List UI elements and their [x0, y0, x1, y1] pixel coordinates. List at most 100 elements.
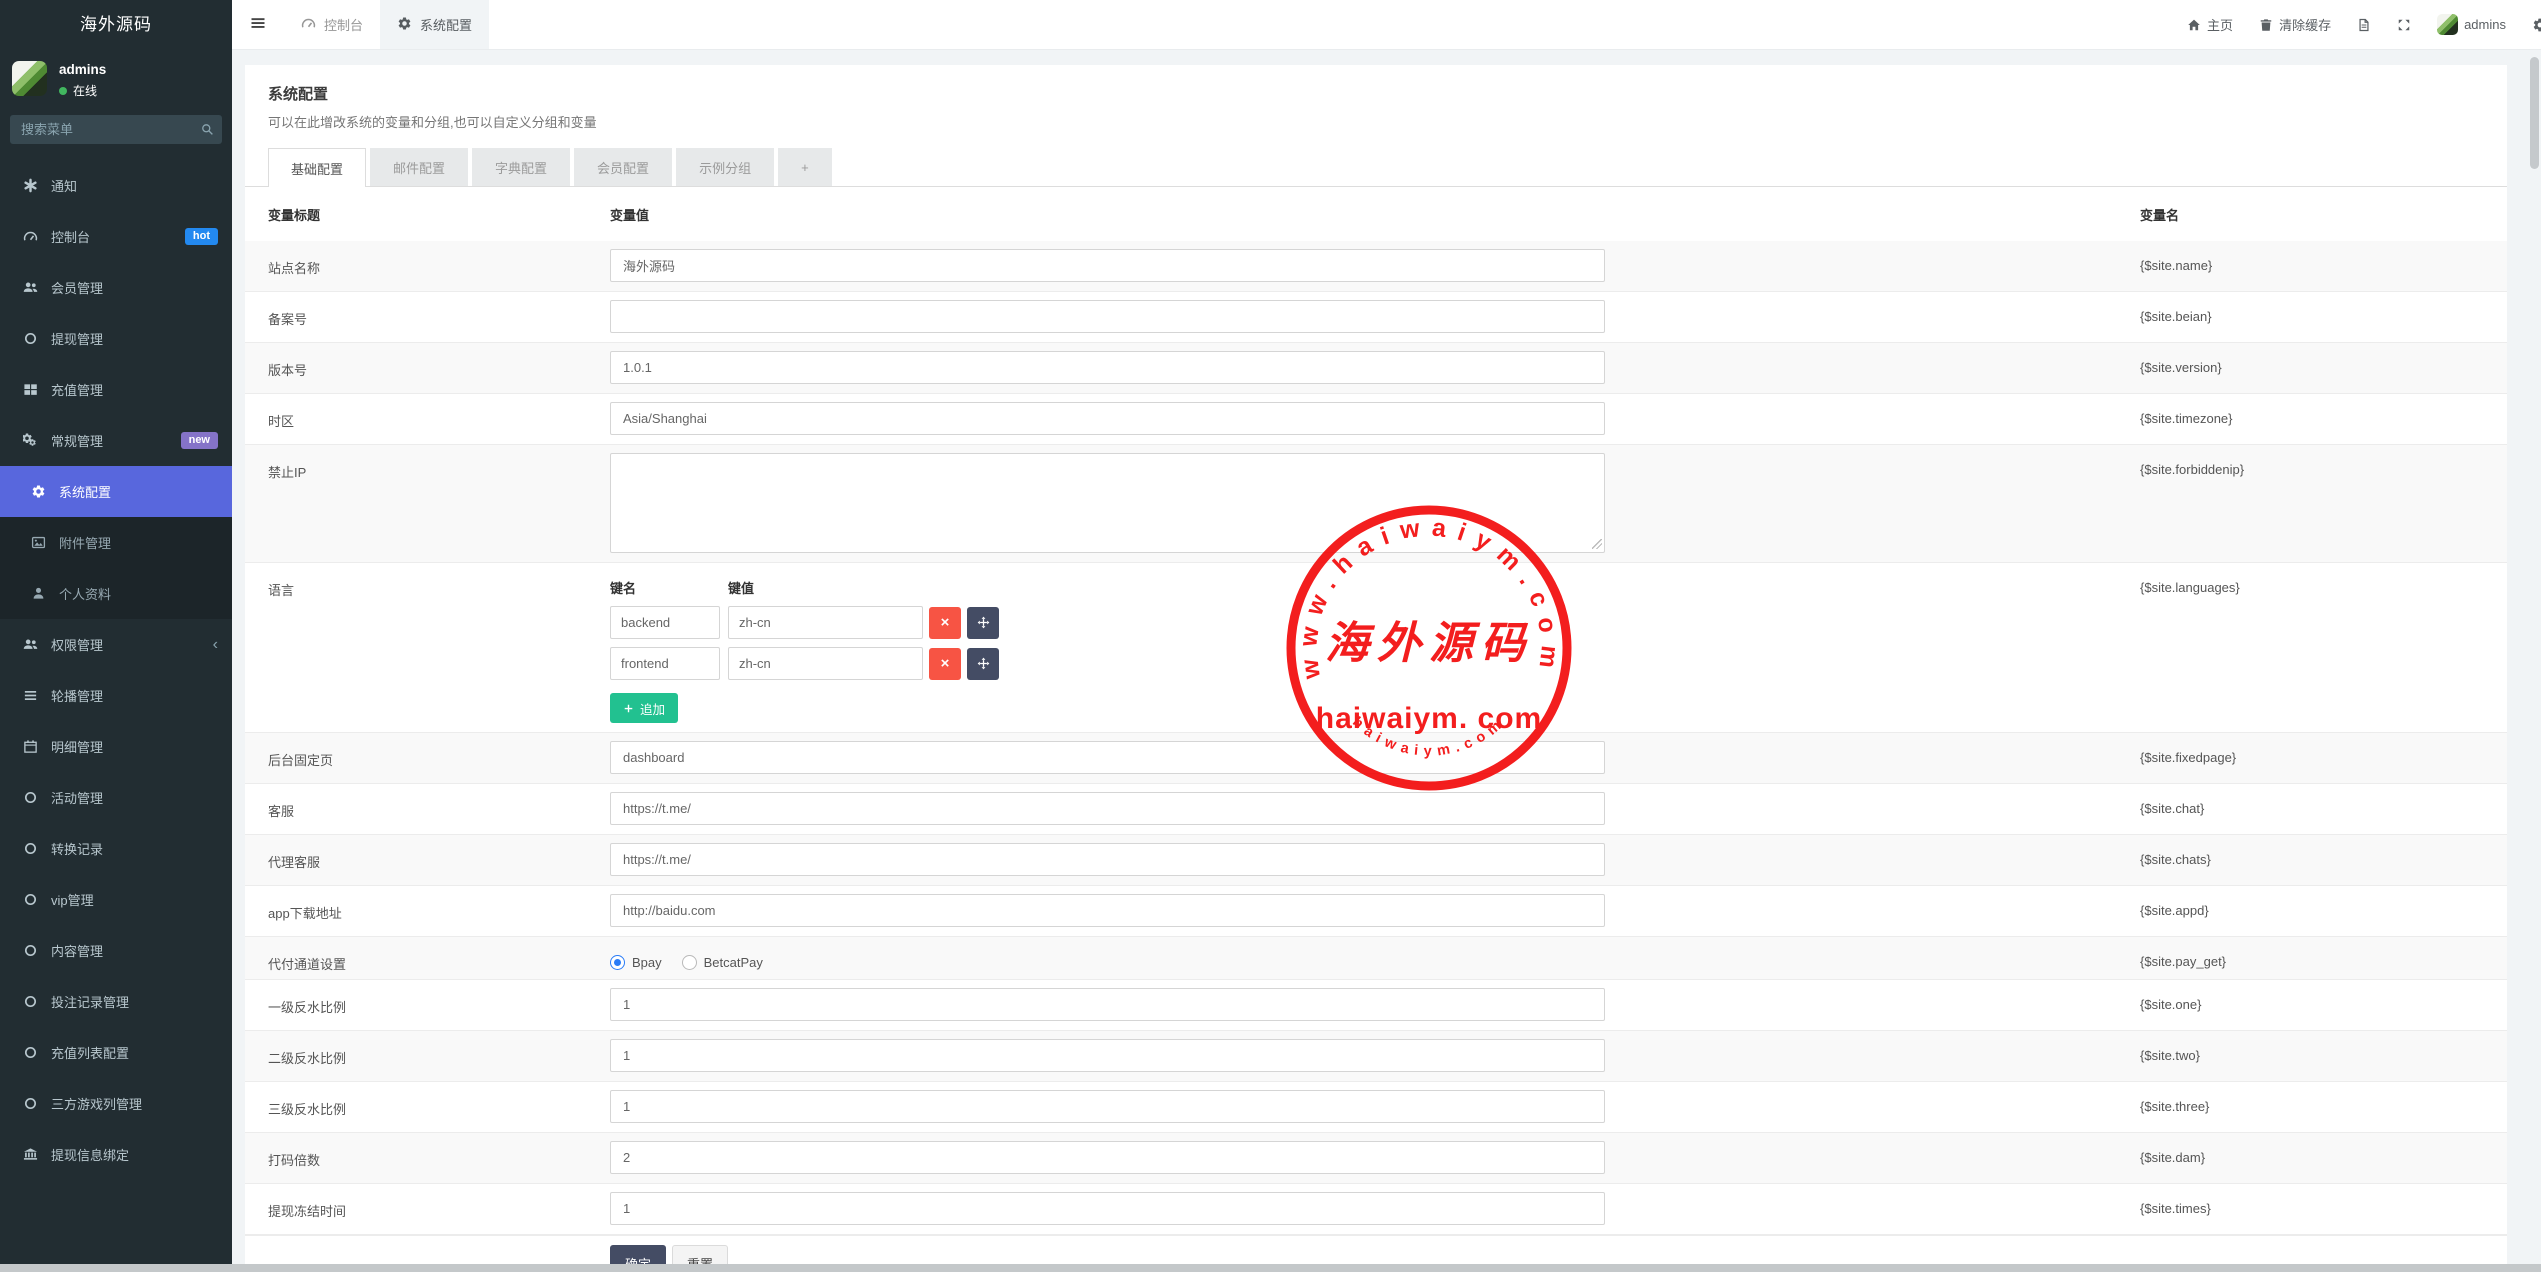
sidebar-item-label: 会员管理	[51, 278, 103, 297]
site-name-input[interactable]	[610, 249, 1605, 282]
level1-rebate-input[interactable]	[610, 988, 1605, 1021]
sidebar-item-general-management[interactable]: 常规管理new	[0, 415, 232, 466]
customer-service-input[interactable]	[610, 792, 1605, 825]
config-panel: 系统配置 可以在此增改系统的变量和分组,也可以自定义分组和变量 基础配置邮件配置…	[245, 65, 2507, 1272]
topbar-tab-console[interactable]: 控制台	[284, 0, 380, 49]
sidebar-item-recharge-management[interactable]: 充值管理	[0, 364, 232, 415]
level2-rebate-input[interactable]	[610, 1039, 1605, 1072]
settings-button[interactable]	[2532, 17, 2541, 33]
row-value	[610, 886, 2140, 936]
sidebar-item-label: 明细管理	[51, 737, 103, 756]
row-value	[610, 343, 2140, 393]
sidebar-item-dashboard[interactable]: 控制台hot	[0, 211, 232, 262]
sidebar-item-content-management[interactable]: 内容管理	[0, 925, 232, 976]
languages-key-input[interactable]	[610, 647, 720, 680]
languages-value-input[interactable]	[728, 606, 923, 639]
icp-number-input[interactable]	[610, 300, 1605, 333]
sidebar-item-withdraw-management[interactable]: 提现管理	[0, 313, 232, 364]
col-header-title: 变量标题	[245, 205, 610, 224]
sidebar-item-carousel-management[interactable]: 轮播管理	[0, 670, 232, 721]
tab-member-config[interactable]: 会员配置	[574, 148, 672, 186]
home-button[interactable]: 主页	[2187, 15, 2233, 34]
user-menu[interactable]: admins	[2437, 14, 2506, 35]
sidebar-item-activity-management[interactable]: 活动管理	[0, 772, 232, 823]
resize-handle[interactable]	[1592, 539, 1602, 549]
move-row-button[interactable]	[967, 648, 999, 680]
delete-row-button[interactable]: ×	[929, 607, 961, 639]
search-icon[interactable]	[201, 123, 214, 139]
horizontal-scrollbar[interactable]	[0, 1264, 2541, 1272]
cogs-icon	[22, 432, 39, 449]
delete-row-button[interactable]: ×	[929, 648, 961, 680]
document-button[interactable]	[2357, 18, 2371, 32]
languages-value-input[interactable]	[728, 647, 923, 680]
sidebar-item-conversion-records[interactable]: 转换记录	[0, 823, 232, 874]
tab-add-group[interactable]: +	[778, 148, 832, 186]
forbidden-ip-textarea[interactable]	[610, 453, 1605, 553]
sidebar-item-label: vip管理	[51, 890, 94, 909]
sidebar-item-attachment-management[interactable]: 附件管理	[0, 517, 232, 568]
sidebar-item-recharge-list-config[interactable]: 充值列表配置	[0, 1027, 232, 1078]
hamburger-button[interactable]	[232, 0, 284, 49]
fixed-page-input[interactable]	[610, 741, 1605, 774]
sidebar-username: admins	[59, 62, 106, 77]
payment-channel-option-Bpay[interactable]: Bpay	[610, 955, 662, 970]
topbar-username: admins	[2464, 17, 2506, 32]
gear-icon	[397, 16, 412, 34]
row-label: 客服	[245, 784, 610, 834]
level3-rebate-input[interactable]	[610, 1090, 1605, 1123]
payment-channel-option-BetcatPay[interactable]: BetcatPay	[682, 955, 763, 970]
table-row: app下载地址{$site.appd}	[245, 886, 2507, 937]
app-download-url-input[interactable]	[610, 894, 1605, 927]
append-button[interactable]: 追加	[610, 693, 678, 723]
sidebar-item-member-management[interactable]: 会员管理	[0, 262, 232, 313]
config-tabbar: 基础配置邮件配置字典配置会员配置示例分组+	[245, 148, 2507, 187]
circle-icon	[22, 891, 39, 908]
radio-checked-icon[interactable]	[610, 955, 625, 970]
withdraw-freeze-time-input[interactable]	[610, 1192, 1605, 1225]
timezone-input[interactable]	[610, 402, 1605, 435]
clear-cache-button[interactable]: 清除缓存	[2259, 15, 2331, 34]
tab-dict-config[interactable]: 字典配置	[472, 148, 570, 186]
sidebar-item-third-party-games-management[interactable]: 三方游戏列管理	[0, 1078, 232, 1129]
tab-basic-config[interactable]: 基础配置	[268, 148, 366, 187]
users-icon	[22, 636, 39, 653]
bank-icon	[22, 1146, 39, 1163]
circle-icon	[22, 942, 39, 959]
topbar-tab-system-config[interactable]: 系统配置	[380, 0, 489, 49]
table-row: 时区{$site.timezone}	[245, 394, 2507, 445]
row-label: 代理客服	[245, 835, 610, 885]
tachometer-icon	[22, 228, 39, 245]
row-label: 后台固定页	[245, 733, 610, 783]
table-row: 备案号{$site.beian}	[245, 292, 2507, 343]
circle-icon	[22, 1095, 39, 1112]
fullscreen-button[interactable]	[2397, 18, 2411, 32]
tab-example-group[interactable]: 示例分组	[676, 148, 774, 186]
bet-multiplier-input[interactable]	[610, 1141, 1605, 1174]
row-value	[610, 835, 2140, 885]
sidebar-item-bet-records-management[interactable]: 投注记录管理	[0, 976, 232, 1027]
radio-unchecked-icon[interactable]	[682, 955, 697, 970]
row-value: 键名键值××追加	[610, 563, 2140, 732]
agent-customer-service-input[interactable]	[610, 843, 1605, 876]
move-row-button[interactable]	[967, 607, 999, 639]
table-row: 二级反水比例{$site.two}	[245, 1031, 2507, 1082]
languages-key-input[interactable]	[610, 606, 720, 639]
sidebar-item-withdraw-info-binding[interactable]: 提现信息绑定	[0, 1129, 232, 1180]
row-label: 版本号	[245, 343, 610, 393]
tab-mail-config[interactable]: 邮件配置	[370, 148, 468, 186]
version-input[interactable]	[610, 351, 1605, 384]
row-value	[610, 445, 2140, 562]
sidebar-item-permission-management[interactable]: 权限管理‹	[0, 619, 232, 670]
page-subtitle: 可以在此增改系统的变量和分组,也可以自定义分组和变量	[268, 112, 2484, 131]
chevron-left-icon: ‹	[213, 637, 218, 653]
sidebar-item-vip-management[interactable]: vip管理	[0, 874, 232, 925]
sidebar-item-detail-management[interactable]: 明细管理	[0, 721, 232, 772]
row-value	[610, 292, 2140, 342]
search-input[interactable]	[10, 115, 222, 144]
sidebar-item-profile[interactable]: 个人资料	[0, 568, 232, 619]
sidebar-item-notifications[interactable]: 通知	[0, 160, 232, 211]
sidebar-item-system-config[interactable]: 系统配置	[0, 466, 232, 517]
row-varname: {$site.appd}	[2140, 886, 2507, 936]
vertical-scrollbar-thumb[interactable]	[2530, 57, 2539, 169]
